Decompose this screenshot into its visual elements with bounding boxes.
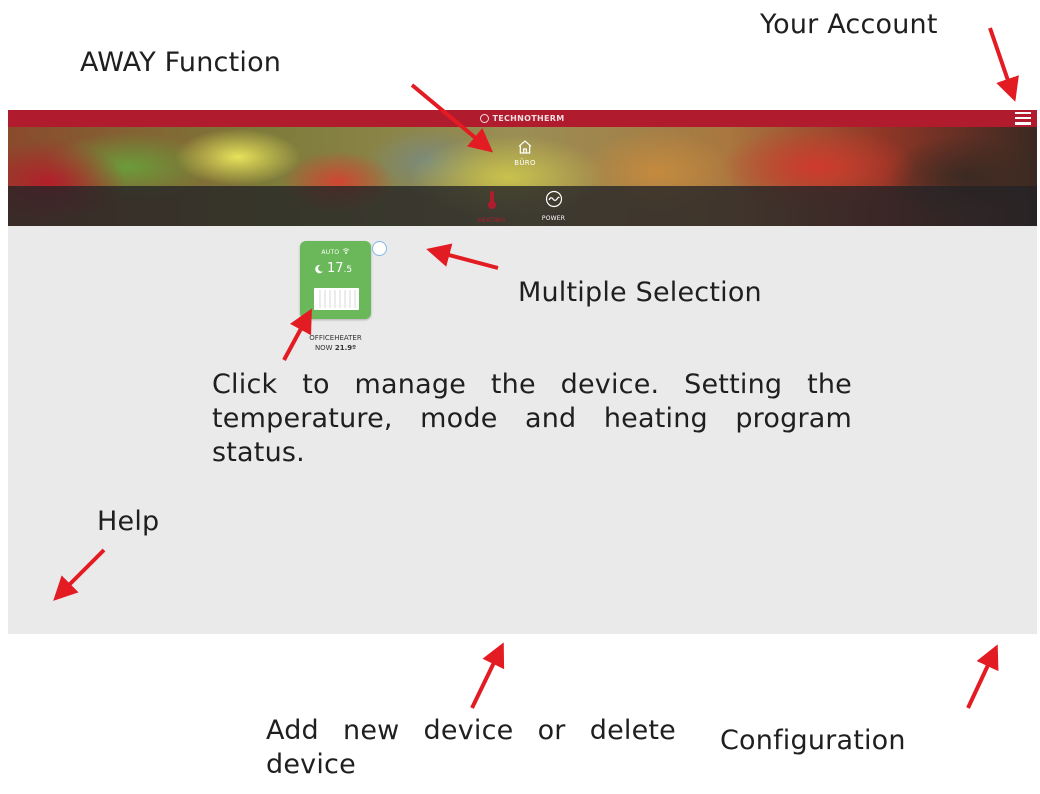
arrow-add-device xyxy=(470,642,505,709)
arrow-away-function xyxy=(410,83,494,153)
arrow-click-device xyxy=(282,308,312,361)
arrow-multiple-selection xyxy=(426,243,499,270)
arrow-help xyxy=(53,548,106,601)
annotation-arrows xyxy=(53,27,1019,709)
arrow-configuration xyxy=(966,644,999,709)
arrow-your-account xyxy=(988,27,1019,102)
